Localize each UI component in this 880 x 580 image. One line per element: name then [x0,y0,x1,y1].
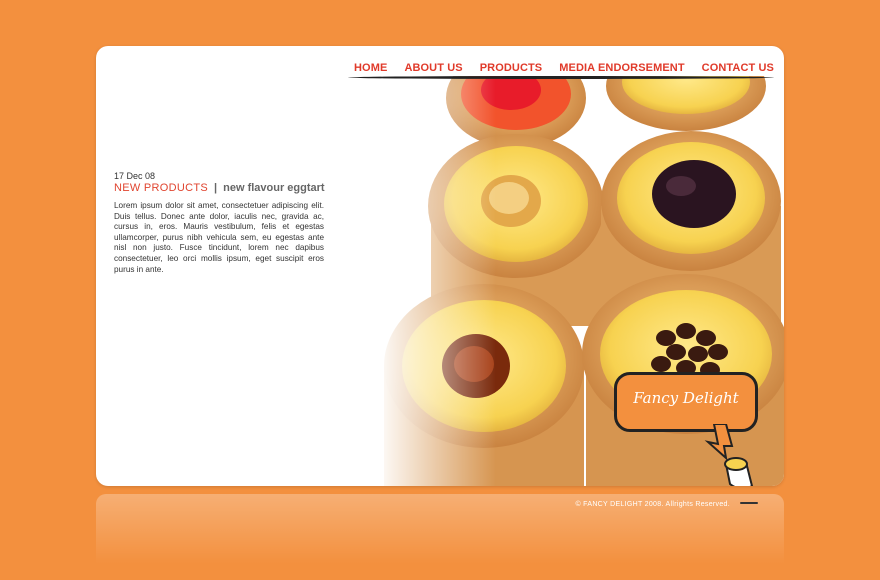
content-card: HOME ABOUT US PRODUCTS MEDIA ENDORSEMENT… [96,46,784,486]
logo-mascot-icon [704,424,754,486]
post-body: Lorem ipsum dolor sit amet, consectetuer… [114,201,324,274]
nav-contact-us[interactable]: CONTACT US [702,62,774,74]
footer-copyright: © FANCY DELIGHT 2008. Allrights Reserved… [575,501,730,508]
main-nav: HOME ABOUT US PRODUCTS MEDIA ENDORSEMENT… [354,58,774,78]
post-date: 17 Dec 08 [114,171,156,181]
post-title[interactable]: new flavour eggtart [223,182,324,194]
logo-text: Fancy Delight [633,389,739,407]
post-headline: NEW PRODUCTS | new flavour eggtart [114,182,325,194]
nav-about-us[interactable]: ABOUT US [404,62,462,74]
nav-media-endorsement[interactable]: MEDIA ENDORSEMENT [559,62,684,74]
nav-home[interactable]: HOME [354,62,387,74]
nav-products[interactable]: PRODUCTS [480,62,543,74]
photo-fade [376,76,496,486]
fancy-delight-logo[interactable]: Fancy Delight [614,372,758,432]
nav-underline [348,76,774,79]
headline-separator: | [214,182,218,194]
post-category[interactable]: NEW PRODUCTS [114,182,208,194]
footer-mark [740,502,758,504]
